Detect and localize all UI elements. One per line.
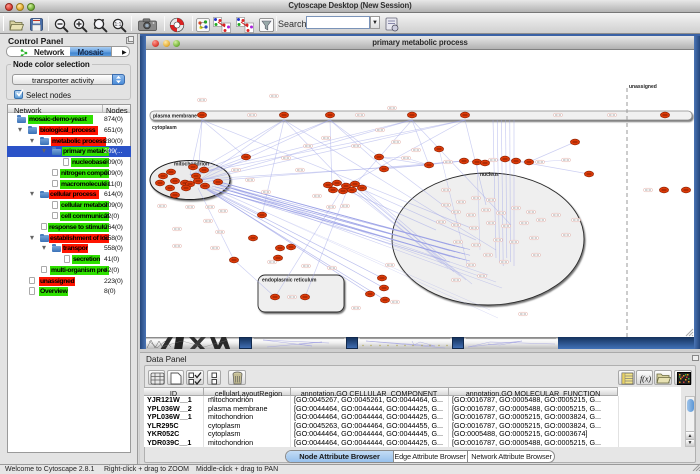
svg-text:cytoplasm: cytoplasm	[152, 125, 177, 131]
svg-text:f(x): f(x)	[639, 374, 650, 383]
svg-text:unassigned: unassigned	[629, 84, 657, 90]
svg-text:endoplasmic reticulum: endoplasmic reticulum	[262, 278, 317, 284]
svg-text:nucleus: nucleus	[480, 172, 499, 178]
svg-text:plasma membrane: plasma membrane	[153, 114, 197, 120]
